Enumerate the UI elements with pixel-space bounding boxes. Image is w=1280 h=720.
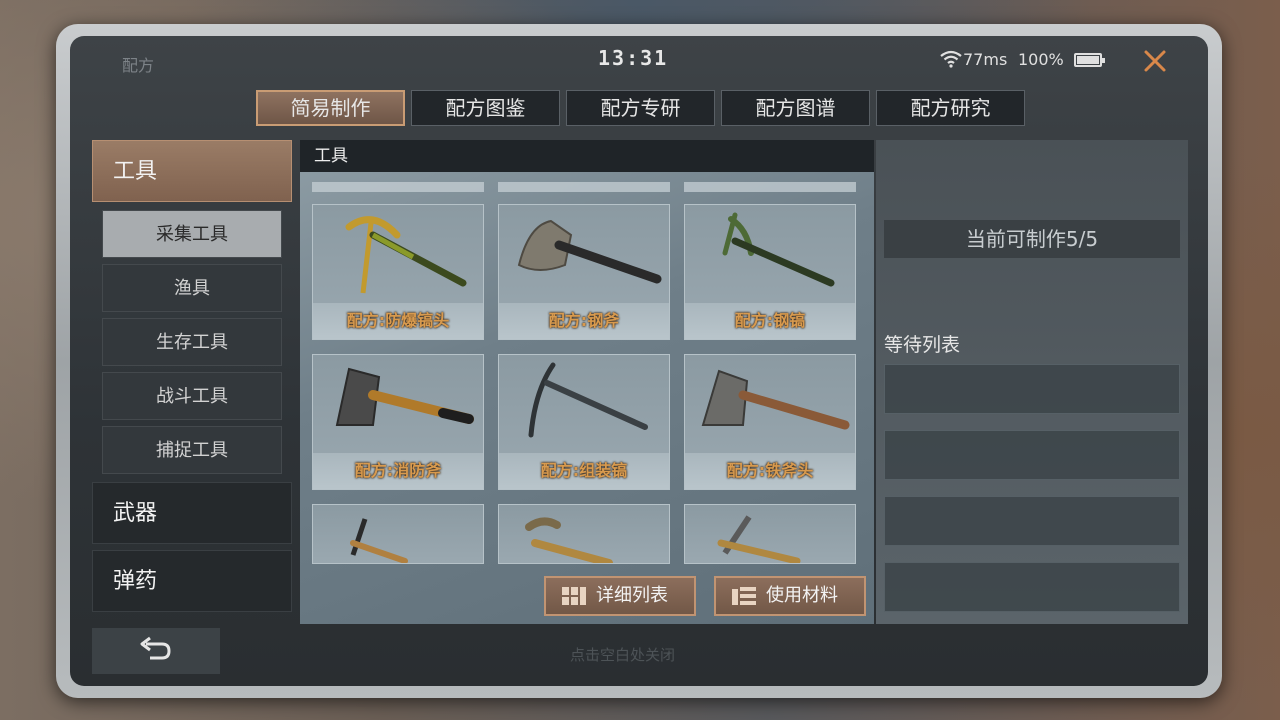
close-icon — [1144, 50, 1166, 72]
category-ammo[interactable]: 弹药 — [92, 550, 292, 612]
pickaxe-icon — [722, 212, 835, 287]
back-arrow-icon — [140, 636, 171, 660]
subcategory-capture-tools[interactable]: 捕捉工具 — [102, 426, 282, 474]
detail-list-label: 详细列表 — [596, 585, 668, 606]
recipe-label: 配方:铁斧头 — [685, 453, 855, 489]
axe-icon — [335, 367, 474, 426]
subcategory-fishing-gear[interactable]: 渔具 — [102, 264, 282, 312]
list-icon — [732, 587, 756, 605]
wifi-icon — [940, 50, 962, 68]
recipe-row-edge — [498, 182, 670, 192]
recipe-label: 配方:防爆镐头 — [313, 303, 483, 339]
tab-recipe-study[interactable]: 配方专研 — [566, 90, 715, 126]
recipe-panel: 工具 配方:防爆镐头 配方:钢斧 配方:钢镐 配方:消防斧 配方:组装镐 配方:… — [300, 140, 874, 624]
queue-slot[interactable] — [884, 364, 1180, 414]
recipe-label: 配方:组装镐 — [499, 453, 669, 489]
recipe-card[interactable]: 配方:消防斧 — [312, 354, 484, 490]
recipe-label: 配方:钢斧 — [499, 303, 669, 339]
use-materials-button[interactable]: 使用材料 — [714, 576, 866, 616]
grid-icon — [562, 587, 586, 605]
status-bar: 配方 13:31 77ms 100% — [70, 36, 1208, 82]
close-hint: 点击空白处关闭 — [570, 646, 676, 664]
app-title: 配方 — [122, 56, 155, 75]
recipe-row-edge — [312, 182, 484, 192]
category-tools[interactable]: 工具 — [92, 140, 292, 202]
use-materials-label: 使用材料 — [766, 585, 838, 606]
subcategory-survival-tools[interactable]: 生存工具 — [102, 318, 282, 366]
recipe-card[interactable]: 配方:钢斧 — [498, 204, 670, 340]
recipe-row-edge — [684, 182, 856, 192]
recipe-card[interactable]: 配方:钢镐 — [684, 204, 856, 340]
pickaxe-icon — [717, 515, 801, 563]
tab-recipe-research[interactable]: 配方研究 — [876, 90, 1025, 126]
device-frame: 配方 13:31 77ms 100% 简易制作 配方图鉴 配方专研 配方图谱 配… — [56, 24, 1222, 698]
detail-list-button[interactable]: 详细列表 — [544, 576, 696, 616]
tab-simple-craft[interactable]: 简易制作 — [256, 90, 405, 126]
back-button[interactable] — [92, 628, 220, 674]
battery-icon — [1074, 53, 1105, 67]
recipe-card[interactable] — [312, 504, 484, 564]
craftable-count: 当前可制作5/5 — [884, 220, 1180, 258]
category-weapons[interactable]: 武器 — [92, 482, 292, 544]
queue-slot[interactable] — [884, 496, 1180, 546]
recipe-card[interactable]: 配方:组装镐 — [498, 354, 670, 490]
recipe-card[interactable]: 配方:防爆镐头 — [312, 204, 484, 340]
tab-recipe-atlas[interactable]: 配方图谱 — [721, 90, 870, 126]
pickaxe-icon — [350, 518, 408, 563]
panel-header: 工具 — [300, 140, 874, 172]
subcategory-combat-tools[interactable]: 战斗工具 — [102, 372, 282, 420]
ping-readout: 77ms — [963, 50, 1008, 69]
pickaxe-icon — [345, 216, 467, 294]
close-button[interactable] — [1140, 46, 1170, 76]
battery-percent: 100% — [1018, 50, 1064, 69]
queue-slot[interactable] — [884, 430, 1180, 480]
game-screen: 配方 13:31 77ms 100% 简易制作 配方图鉴 配方专研 配方图谱 配… — [70, 36, 1208, 686]
recipe-label: 配方:消防斧 — [313, 453, 483, 489]
tab-bar: 简易制作 配方图鉴 配方专研 配方图谱 配方研究 — [256, 90, 1025, 126]
subcategory-gathering-tools[interactable]: 采集工具 — [102, 210, 282, 258]
category-sidebar: 工具 采集工具 渔具 生存工具 战斗工具 捕捉工具 武器 弹药 — [92, 140, 292, 620]
pickaxe-icon — [528, 362, 648, 438]
recipe-card[interactable] — [498, 504, 670, 564]
recipe-label: 配方:钢镐 — [685, 303, 855, 339]
tab-recipe-catalog[interactable]: 配方图鉴 — [411, 90, 560, 126]
queue-title: 等待列表 — [884, 334, 961, 356]
axe-icon — [517, 219, 662, 284]
clock: 13:31 — [598, 46, 669, 70]
pickaxe-icon — [525, 517, 613, 563]
recipe-card[interactable] — [684, 504, 856, 564]
axe-icon — [701, 369, 850, 430]
recipe-card[interactable]: 配方:铁斧头 — [684, 354, 856, 490]
craft-info-panel: 当前可制作5/5 等待列表 — [876, 140, 1188, 624]
queue-slot[interactable] — [884, 562, 1180, 612]
